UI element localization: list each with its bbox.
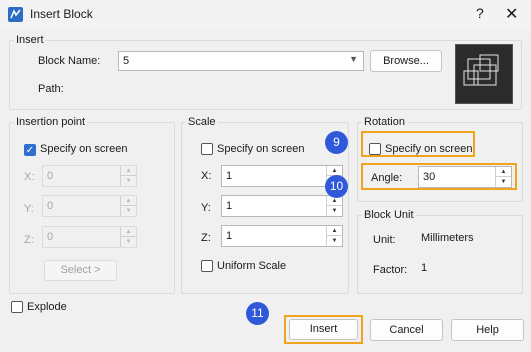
unit-label: Unit: — [373, 234, 396, 246]
insertion-y-field[interactable]: 0 ▲ ▼ — [42, 195, 137, 217]
title-bar: Insert Block ? ✕ — [0, 0, 531, 30]
block-preview-drawing — [463, 54, 499, 86]
factor-label: Factor: — [373, 264, 408, 276]
spin-down-icon[interactable]: ▼ — [327, 236, 342, 246]
help-icon[interactable]: ? — [476, 5, 484, 21]
block-preview — [455, 44, 513, 104]
insertion-z-label: Z: — [24, 234, 34, 246]
insertion-specify-checkbox[interactable]: ✓ — [24, 144, 36, 156]
spin-up-icon[interactable]: ▲ — [121, 227, 136, 237]
block-unit-group — [357, 215, 523, 294]
scale-z-label: Z: — [201, 232, 211, 244]
scale-z-value: 1 — [226, 230, 233, 242]
scale-y-label: Y: — [201, 202, 211, 214]
block-name-combo[interactable]: 5 ▼ — [118, 51, 364, 71]
block-name-value: 5 — [123, 55, 130, 67]
spin-down-icon[interactable]: ▼ — [121, 206, 136, 216]
factor-value: 1 — [421, 262, 428, 274]
step-marker-9: 9 — [325, 131, 348, 154]
rotation-legend: Rotation — [362, 116, 407, 128]
unit-value: Millimeters — [421, 232, 474, 244]
select-point-button[interactable]: Select > — [44, 260, 117, 281]
spin-up-icon[interactable]: ▲ — [327, 226, 342, 236]
insert-button[interactable]: Insert — [289, 319, 358, 340]
window-title: Insert Block — [30, 7, 93, 21]
spin-up-icon[interactable]: ▲ — [121, 196, 136, 206]
insertion-y-label: Y: — [24, 203, 34, 215]
insertion-z-field[interactable]: 0 ▲ ▼ — [42, 226, 137, 248]
insertion-x-value: 0 — [47, 170, 54, 182]
step-marker-10: 10 — [325, 175, 348, 198]
step-marker-11: 11 — [246, 302, 269, 325]
scale-z-field[interactable]: 1 ▲ ▼ — [221, 225, 343, 247]
scale-legend: Scale — [186, 116, 218, 128]
insertion-z-value: 0 — [47, 231, 54, 243]
app-icon — [8, 7, 23, 22]
path-label: Path: — [38, 83, 64, 95]
explode-label: Explode — [27, 301, 67, 313]
chevron-down-icon[interactable]: ▼ — [349, 54, 358, 64]
cancel-button[interactable]: Cancel — [370, 319, 443, 341]
insertion-specify-label: Specify on screen — [40, 143, 128, 155]
spin-down-icon[interactable]: ▼ — [121, 237, 136, 247]
spin-up-icon[interactable]: ▲ — [121, 166, 136, 176]
close-icon[interactable]: ✕ — [505, 4, 518, 24]
rotation-specify-checkbox[interactable] — [369, 143, 381, 155]
spin-down-icon[interactable]: ▼ — [121, 176, 136, 186]
insert-legend: Insert — [14, 34, 46, 46]
scale-x-label: X: — [201, 170, 212, 182]
browse-button[interactable]: Browse... — [370, 50, 442, 72]
scale-specify-checkbox[interactable] — [201, 143, 213, 155]
uniform-scale-checkbox[interactable] — [201, 260, 213, 272]
explode-checkbox[interactable] — [11, 301, 23, 313]
help-button[interactable]: Help — [451, 319, 524, 341]
insertion-x-field[interactable]: 0 ▲ ▼ — [42, 165, 137, 187]
spin-up-icon[interactable]: ▲ — [496, 167, 511, 177]
spin-down-icon[interactable]: ▼ — [327, 206, 342, 216]
scale-specify-label: Specify on screen — [217, 143, 305, 155]
rotation-specify-label: Specify on screen — [385, 143, 473, 155]
scale-y-field[interactable]: 1 ▲ ▼ — [221, 195, 343, 217]
angle-label: Angle: — [371, 172, 403, 184]
block-unit-legend: Block Unit — [362, 209, 416, 221]
insertion-x-label: X: — [24, 171, 35, 183]
angle-value: 30 — [423, 171, 436, 183]
scale-y-value: 1 — [226, 200, 233, 212]
angle-field[interactable]: 30 ▲ ▼ — [418, 166, 512, 188]
uniform-scale-label: Uniform Scale — [217, 260, 287, 272]
insertion-y-value: 0 — [47, 200, 54, 212]
spin-down-icon[interactable]: ▼ — [496, 177, 511, 187]
insertion-point-legend: Insertion point — [14, 116, 88, 128]
scale-x-value: 1 — [226, 170, 233, 182]
block-name-label: Block Name: — [38, 55, 101, 67]
